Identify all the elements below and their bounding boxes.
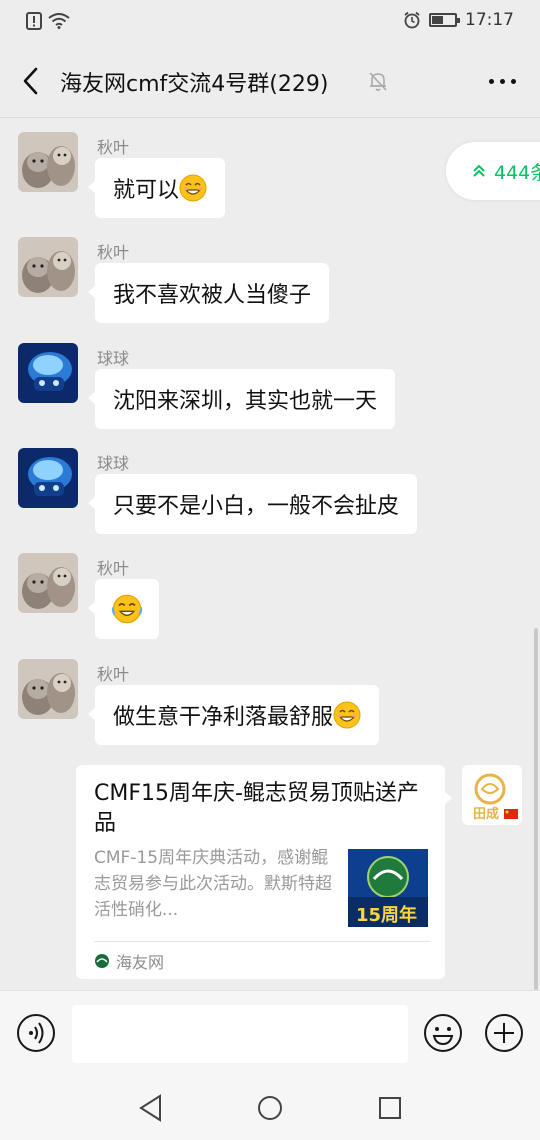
unread-count: 444条 (494, 161, 540, 184)
nav-back-icon[interactable] (138, 1094, 164, 1122)
message-bubble[interactable]: 只要不是小白，一般不会扯皮 (87, 474, 418, 534)
cat-avatar[interactable] (18, 659, 78, 719)
battery-icon (429, 13, 460, 27)
thumbnail-caption: 15周年 (356, 905, 418, 926)
source-name: 海友网 (116, 953, 165, 972)
message-bubble[interactable]: 就可以 (87, 158, 226, 218)
wifi-icon (48, 13, 70, 29)
divider (94, 941, 431, 942)
mute-bell-icon (369, 72, 387, 91)
chat-message-list[interactable]: 秋叶 就可以 444条 秋叶 我不喜欢被人当傻子 球球 沈阳来深圳，其实也就一天… (0, 118, 540, 990)
dot-icon (511, 79, 516, 84)
dot-icon (489, 79, 494, 84)
message-bubble[interactable]: 我不喜欢被人当傻子 (87, 263, 330, 323)
blue-robot-avatar[interactable] (18, 448, 78, 508)
input-bar (0, 990, 540, 1074)
system-navigation-bar (0, 1074, 540, 1140)
sender-name: 秋叶 (97, 559, 130, 578)
sender-name: 秋叶 (97, 243, 130, 262)
scrollbar[interactable] (534, 628, 538, 990)
nav-home-icon[interactable] (257, 1095, 283, 1121)
sender-name: 球球 (97, 349, 130, 368)
sender-name: 秋叶 (97, 138, 130, 157)
source-logo-icon (95, 954, 109, 968)
message-bubble[interactable] (88, 579, 159, 639)
link-card-thumbnail: 15周年 (348, 849, 428, 927)
chat-title: 海友网cmf交流4号群(229) (60, 72, 329, 97)
status-bar: 17:17 (0, 0, 540, 44)
self-avatar[interactable]: 田成 (462, 765, 522, 825)
more-functions-icon[interactable] (484, 1013, 524, 1053)
link-card[interactable]: CMF15周年庆-鲲志贸易顶贴送产品 CMF-15周年庆典活动，感谢鲲志贸易参与… (76, 765, 452, 979)
more-options-button[interactable] (489, 79, 516, 84)
back-arrow-icon[interactable] (14, 63, 50, 99)
blue-robot-avatar[interactable] (18, 343, 78, 403)
dot-icon (500, 79, 505, 84)
grin-emoji-icon (179, 174, 207, 202)
sender-name: 球球 (97, 454, 130, 473)
chat-header: 海友网cmf交流4号群(229) (0, 44, 540, 118)
double-up-arrow-icon (473, 164, 485, 177)
message-input[interactable] (72, 1005, 408, 1063)
alert-icon (26, 12, 42, 30)
message-text: 沈阳来深圳，其实也就一天 (113, 389, 378, 414)
self-avatar-text: 田成 (473, 807, 500, 822)
cat-avatar[interactable] (18, 132, 78, 192)
message-text: 只要不是小白，一般不会扯皮 (113, 494, 400, 519)
cat-avatar[interactable] (18, 553, 78, 613)
link-card-source: 海友网 (94, 949, 164, 973)
tears-of-joy-emoji-icon (111, 594, 143, 624)
status-time: 17:17 (465, 10, 514, 30)
unread-jump-button[interactable]: 444条 (446, 142, 540, 200)
link-card-description: CMF-15周年庆典活动，感谢鲲志贸易参与此次活动。默斯特超活性硝化... (94, 848, 332, 920)
voice-input-icon[interactable] (16, 1013, 56, 1053)
message-text: 做生意干净利落最舒服 (113, 705, 334, 730)
message-bubble[interactable]: 沈阳来深圳，其实也就一天 (87, 369, 396, 429)
message-text: 就可以 (113, 178, 180, 203)
grin-emoji-icon (333, 701, 361, 729)
sender-name: 秋叶 (97, 665, 130, 684)
message-bubble[interactable]: 做生意干净利落最舒服 (87, 685, 380, 745)
emoji-picker-icon[interactable] (423, 1013, 463, 1053)
cat-avatar[interactable] (18, 237, 78, 297)
message-text: 我不喜欢被人当傻子 (113, 283, 312, 308)
nav-recent-apps-icon[interactable] (378, 1096, 402, 1120)
alarm-icon (404, 11, 420, 29)
link-card-title: CMF15周年庆-鲲志贸易顶贴送产品 (94, 781, 419, 836)
